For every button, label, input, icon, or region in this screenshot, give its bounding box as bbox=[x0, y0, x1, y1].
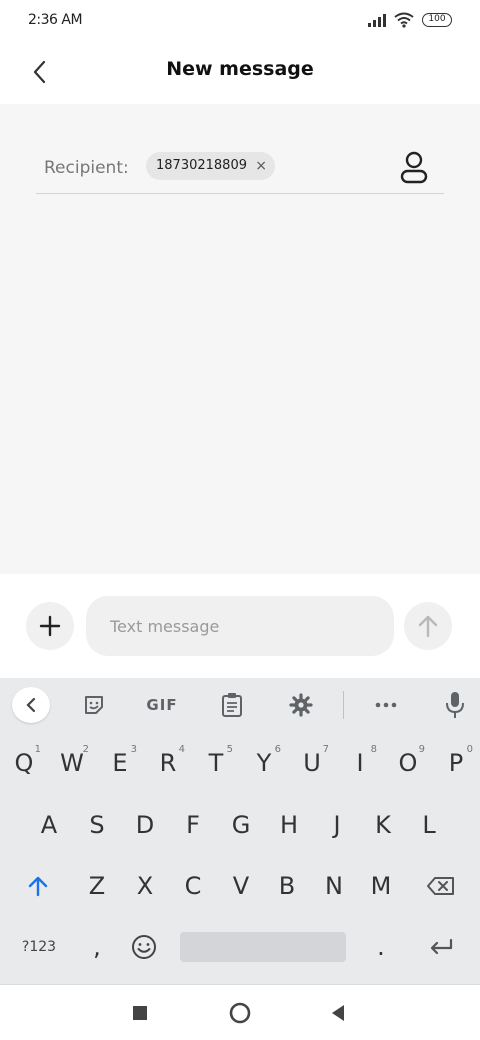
more-options-button[interactable] bbox=[372, 690, 400, 720]
contact-picker-button[interactable] bbox=[398, 150, 430, 184]
collapse-chevron-icon bbox=[26, 697, 36, 713]
clipboard-icon bbox=[222, 693, 242, 717]
microphone-icon bbox=[446, 692, 464, 718]
clipboard-button[interactable] bbox=[218, 690, 246, 720]
enter-return-icon bbox=[430, 938, 453, 955]
key-o[interactable]: O9 bbox=[387, 738, 429, 788]
key-r[interactable]: R4 bbox=[147, 738, 189, 788]
toolbar-divider bbox=[343, 691, 344, 719]
voice-input-button[interactable] bbox=[443, 690, 467, 720]
sticker-icon bbox=[85, 696, 103, 714]
shift-key[interactable] bbox=[14, 861, 62, 911]
status-time: 2:36 AM bbox=[28, 12, 83, 28]
key-h[interactable]: H bbox=[268, 800, 310, 850]
backspace-icon bbox=[427, 877, 454, 895]
key-g[interactable]: G bbox=[220, 800, 262, 850]
shift-arrow-icon bbox=[28, 876, 48, 897]
battery-indicator: 100 bbox=[422, 13, 452, 27]
period-key[interactable]: . bbox=[360, 922, 402, 972]
key-p[interactable]: P0 bbox=[435, 738, 477, 788]
recipient-chip-value: 18730218809 bbox=[156, 158, 247, 173]
status-bar: 2:36 AM 100 bbox=[0, 0, 480, 42]
key-l[interactable]: L bbox=[408, 800, 450, 850]
backspace-key[interactable] bbox=[416, 861, 466, 911]
soft-keyboard: GIF Q 1 W 2 E 3 R 4 T 5 Y 6 U 7 I 8 O 9 … bbox=[0, 678, 480, 984]
recipient-chip[interactable]: 18730218809 × bbox=[146, 152, 275, 180]
gif-button[interactable]: GIF bbox=[142, 690, 182, 720]
message-composer bbox=[0, 574, 480, 678]
recents-button[interactable] bbox=[126, 999, 154, 1027]
signal-icon bbox=[368, 13, 386, 27]
page-title: New message bbox=[166, 58, 314, 80]
key-q[interactable]: Q1 bbox=[3, 738, 45, 788]
key-k[interactable]: K bbox=[362, 800, 404, 850]
system-navigation-bar bbox=[0, 984, 480, 1040]
key-w[interactable]: W2 bbox=[51, 738, 93, 788]
text-message-input[interactable] bbox=[86, 596, 394, 656]
message-content-area: Recipient: 18730218809 × bbox=[0, 104, 480, 574]
back-triangle-icon bbox=[332, 1005, 344, 1021]
home-circle-icon bbox=[229, 1002, 251, 1024]
recipient-row: Recipient: 18730218809 × bbox=[36, 144, 444, 194]
key-z[interactable]: Z bbox=[76, 861, 118, 911]
key-e[interactable]: E3 bbox=[99, 738, 141, 788]
new-message-screen: 2:36 AM 100 New message Recipient: 18730… bbox=[0, 0, 480, 1040]
app-header: New message bbox=[0, 42, 480, 104]
send-button[interactable] bbox=[404, 602, 452, 650]
key-c[interactable]: C bbox=[172, 861, 214, 911]
enter-key[interactable] bbox=[416, 922, 466, 972]
key-s[interactable]: S bbox=[76, 800, 118, 850]
keyboard-collapse-button[interactable] bbox=[12, 687, 50, 723]
keyboard-toolbar: GIF bbox=[0, 678, 480, 732]
add-attachment-button[interactable] bbox=[26, 602, 74, 650]
key-x[interactable]: X bbox=[124, 861, 166, 911]
home-button[interactable] bbox=[226, 999, 254, 1027]
wifi-icon bbox=[394, 12, 414, 28]
more-dots-icon bbox=[375, 702, 397, 708]
key-b[interactable]: B bbox=[266, 861, 308, 911]
plus-icon bbox=[39, 615, 61, 637]
sticker-button[interactable] bbox=[80, 690, 108, 720]
chip-remove-button[interactable]: × bbox=[255, 152, 267, 180]
key-i[interactable]: I8 bbox=[339, 738, 381, 788]
status-icons: 100 bbox=[368, 12, 452, 28]
keyboard-settings-button[interactable] bbox=[287, 690, 315, 720]
key-u[interactable]: U7 bbox=[291, 738, 333, 788]
key-t[interactable]: T5 bbox=[195, 738, 237, 788]
key-v[interactable]: V bbox=[220, 861, 262, 911]
key-n[interactable]: N bbox=[313, 861, 355, 911]
contact-person-icon bbox=[400, 151, 428, 184]
key-a[interactable]: A bbox=[28, 800, 70, 850]
key-f[interactable]: F bbox=[172, 800, 214, 850]
key-y[interactable]: Y6 bbox=[243, 738, 285, 788]
gif-label: GIF bbox=[146, 696, 178, 714]
recents-square-icon bbox=[133, 1006, 147, 1020]
emoji-key[interactable] bbox=[122, 922, 166, 972]
settings-gear-icon bbox=[289, 693, 313, 717]
key-m[interactable]: M bbox=[360, 861, 402, 911]
symbols-key[interactable]: ?123 bbox=[14, 922, 64, 972]
spacebar-key[interactable] bbox=[180, 932, 346, 962]
key-j[interactable]: J bbox=[316, 800, 358, 850]
key-d[interactable]: D bbox=[124, 800, 166, 850]
recipient-label: Recipient: bbox=[44, 158, 129, 178]
send-arrow-icon bbox=[418, 615, 438, 638]
comma-key[interactable]: , bbox=[76, 922, 118, 972]
emoji-smiley-icon bbox=[132, 935, 156, 959]
system-back-button[interactable] bbox=[324, 999, 352, 1027]
